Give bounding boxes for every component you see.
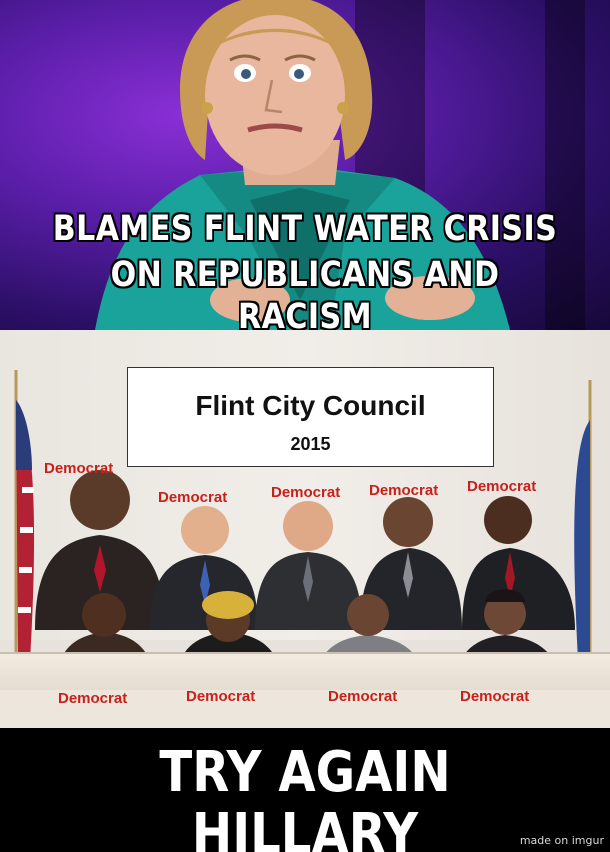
member-label: Democrat	[460, 688, 530, 705]
member-label: Democrat	[44, 460, 114, 477]
bottom-caption-panel: TRY AGAIN HILLARY made on imgur	[0, 728, 610, 852]
council-sign: Flint City Council 2015	[127, 367, 494, 467]
bottom-caption: TRY AGAIN HILLARY	[159, 740, 451, 852]
member-label: Democrat	[58, 690, 128, 707]
meme-image: BLAMES FLINT WATER CRISIS ON REPUBLICANS…	[0, 0, 610, 852]
council-sign-year: 2015	[290, 434, 331, 454]
council-sign-title: Flint City Council	[195, 390, 426, 421]
top-caption-line-1: BLAMES FLINT WATER CRISIS	[52, 209, 558, 249]
imgur-watermark: made on imgur	[519, 834, 604, 847]
top-photo-panel: BLAMES FLINT WATER CRISIS ON REPUBLICANS…	[0, 0, 610, 330]
member-label: Democrat	[158, 489, 228, 506]
member-label: Democrat	[467, 478, 537, 495]
member-label: Democrat	[328, 688, 398, 705]
top-caption-line-2: ON REPUBLICANS AND RACISM	[110, 255, 500, 330]
member-label: Democrat	[369, 482, 439, 499]
council-photo-panel: Flint City Council 2015 Democrat Democra…	[0, 330, 610, 728]
member-label: Democrat	[186, 688, 256, 705]
member-label: Democrat	[271, 484, 341, 501]
